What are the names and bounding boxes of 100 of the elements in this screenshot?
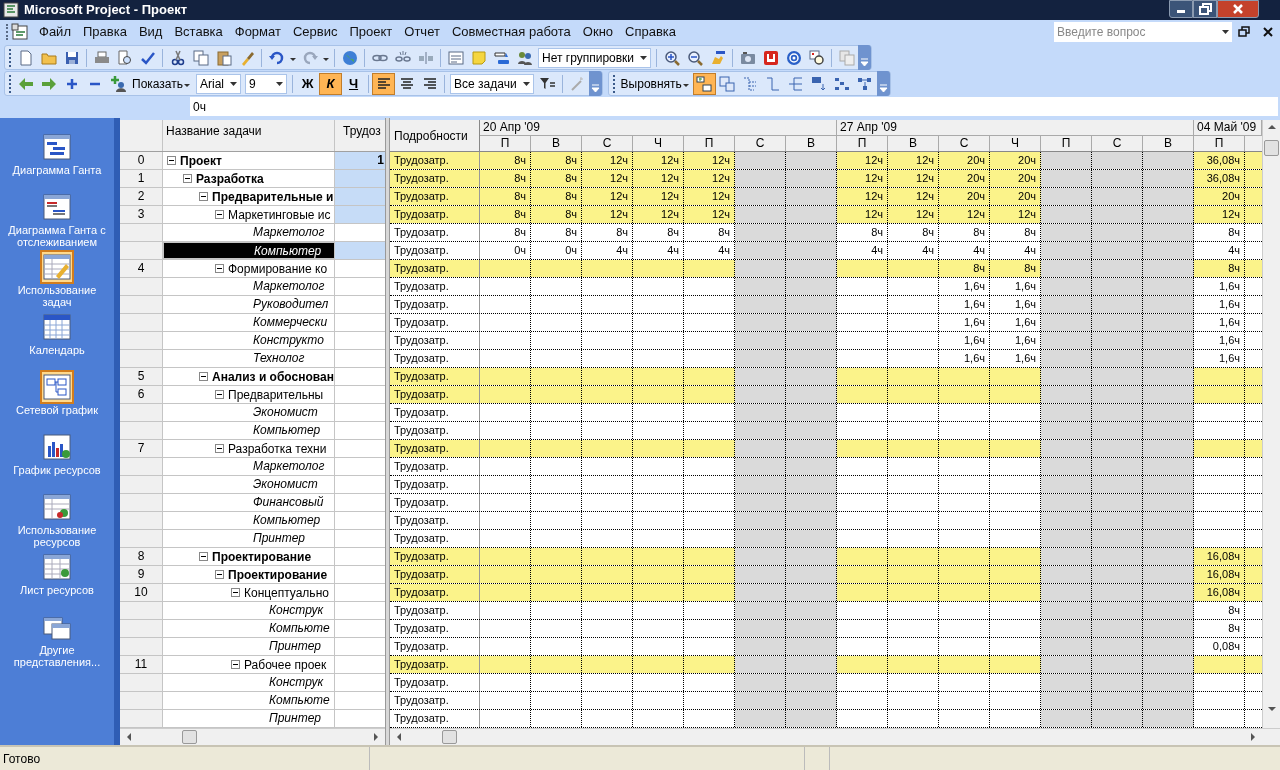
- arrow-left-icon[interactable]: [126, 732, 132, 742]
- help-icon[interactable]: [785, 49, 802, 66]
- forward-arrow-icon[interactable]: [40, 75, 57, 92]
- view-item[interactable]: Использование задач: [2, 252, 112, 312]
- view-item[interactable]: Календарь: [2, 312, 112, 372]
- view-item[interactable]: Другие представления...: [2, 612, 112, 672]
- collapse-icon[interactable]: [215, 264, 224, 273]
- collapse-icon[interactable]: [167, 156, 176, 165]
- zoom-in-icon[interactable]: [663, 49, 680, 66]
- menu-item[interactable]: Справка: [619, 22, 683, 42]
- day-header: П: [684, 136, 735, 151]
- cut-icon[interactable]: [169, 49, 186, 66]
- row-header[interactable]: 9: [120, 566, 163, 583]
- menu-item[interactable]: Проект: [343, 22, 399, 42]
- italic-button[interactable]: К: [319, 72, 343, 95]
- collapse-icon[interactable]: [199, 192, 208, 201]
- row-header[interactable]: 5: [120, 368, 163, 385]
- overflow-icon[interactable]: [860, 58, 870, 67]
- view-item[interactable]: Лист ресурсов: [2, 552, 112, 612]
- zoom-out-icon[interactable]: [686, 49, 703, 66]
- underline-button[interactable]: Ч: [342, 72, 366, 95]
- tile-icon[interactable]: [762, 49, 779, 66]
- view-item[interactable]: Использование ресурсов: [2, 492, 112, 552]
- find-icon[interactable]: [808, 49, 825, 66]
- row-header[interactable]: 2: [120, 188, 163, 205]
- view-item[interactable]: Диаграмма Ганта: [2, 132, 112, 192]
- menu-icon[interactable]: [11, 23, 29, 41]
- arrow-left-icon[interactable]: [396, 732, 402, 742]
- menu-item[interactable]: Вставка: [168, 22, 229, 42]
- help-search-field[interactable]: Введите вопрос: [1054, 22, 1219, 42]
- filter-dropdown[interactable]: Все задачи: [450, 73, 534, 94]
- menu-item[interactable]: Сервис: [286, 22, 344, 42]
- row-header[interactable]: 11: [120, 656, 163, 673]
- menu-item[interactable]: Совместная работа: [445, 22, 577, 42]
- restore-icon[interactable]: [1238, 26, 1250, 38]
- overflow-icon[interactable]: [590, 84, 600, 93]
- menu-item[interactable]: Правка: [76, 22, 133, 42]
- caret-icon[interactable]: [1219, 22, 1232, 42]
- font-dropdown[interactable]: Arial: [196, 73, 242, 94]
- collapse-icon[interactable]: [215, 444, 224, 453]
- view-item[interactable]: График ресурсов: [2, 432, 112, 492]
- arrow-up-icon[interactable]: [1266, 124, 1277, 130]
- column-header[interactable]: Трудоз: [335, 120, 385, 151]
- collapse-icon[interactable]: [231, 588, 240, 597]
- collapse-icon[interactable]: [231, 660, 240, 669]
- collapse-icon[interactable]: [215, 390, 224, 399]
- minimize-button[interactable]: [1169, 0, 1193, 18]
- collapse-icon[interactable]: [199, 372, 208, 381]
- close-icon[interactable]: [1262, 26, 1274, 38]
- vertical-scrollbar[interactable]: [1262, 120, 1280, 728]
- menu-item[interactable]: Отчет: [398, 22, 446, 42]
- row-header[interactable]: 3: [120, 206, 163, 223]
- show-button[interactable]: Показать: [129, 72, 194, 95]
- copy-icon[interactable]: [192, 49, 209, 66]
- restore-button[interactable]: [1193, 0, 1217, 18]
- row-header[interactable]: 7: [120, 440, 163, 457]
- horizontal-scrollbar[interactable]: [120, 728, 385, 745]
- add-resource-icon[interactable]: [109, 75, 126, 92]
- row-header[interactable]: 6: [120, 386, 163, 403]
- restore-icon[interactable]: [1198, 3, 1212, 15]
- scroll-thumb[interactable]: [442, 730, 457, 744]
- print-icon[interactable]: [93, 49, 110, 66]
- row-header[interactable]: 8: [120, 548, 163, 565]
- menu-item[interactable]: Формат: [228, 22, 287, 42]
- new-document-icon[interactable]: [17, 49, 34, 66]
- entry-field[interactable]: 0ч: [190, 97, 1278, 116]
- row-header[interactable]: 10: [120, 584, 163, 601]
- scroll-thumb[interactable]: [1264, 140, 1279, 156]
- camera-icon[interactable]: [739, 49, 756, 66]
- collapse-icon[interactable]: [199, 552, 208, 561]
- paste-icon[interactable]: [215, 49, 232, 66]
- collapse-icon[interactable]: [183, 174, 192, 183]
- save-icon[interactable]: [63, 49, 80, 66]
- horizontal-scrollbar[interactable]: [390, 728, 1280, 745]
- arrow-right-icon[interactable]: [373, 732, 379, 742]
- menu-item[interactable]: Файл: [33, 22, 77, 42]
- collapse-icon[interactable]: [215, 570, 224, 579]
- close-button[interactable]: [1217, 0, 1259, 18]
- collapse-icon[interactable]: [215, 210, 224, 219]
- filter-icon[interactable]: [539, 75, 556, 92]
- row-header[interactable]: 1: [120, 170, 163, 187]
- column-header[interactable]: Подробности: [390, 120, 480, 151]
- arrow-down-icon[interactable]: [1266, 706, 1277, 712]
- row-header[interactable]: 0: [120, 152, 163, 169]
- overflow-icon[interactable]: [878, 84, 888, 93]
- menu-item[interactable]: Вид: [132, 22, 169, 42]
- bold-button[interactable]: Ж: [296, 72, 320, 95]
- row-header[interactable]: 4: [120, 260, 163, 277]
- grouping-dropdown[interactable]: Нет группировки: [538, 47, 652, 68]
- people-icon[interactable]: [516, 49, 533, 66]
- undo-icon[interactable]: [268, 49, 285, 66]
- print-preview-icon[interactable]: [116, 49, 133, 66]
- column-header[interactable]: Название задачи: [163, 120, 335, 151]
- font-size-dropdown[interactable]: 9: [245, 73, 288, 94]
- scroll-thumb[interactable]: [182, 730, 197, 744]
- view-item[interactable]: Диаграмма Ганта с отслеживанием: [2, 192, 112, 252]
- arrow-right-icon[interactable]: [1250, 732, 1256, 742]
- menu-item[interactable]: Окно: [576, 22, 620, 42]
- view-item[interactable]: Сетевой график: [2, 372, 112, 432]
- resource-name[interactable]: Компьютер: [163, 242, 335, 259]
